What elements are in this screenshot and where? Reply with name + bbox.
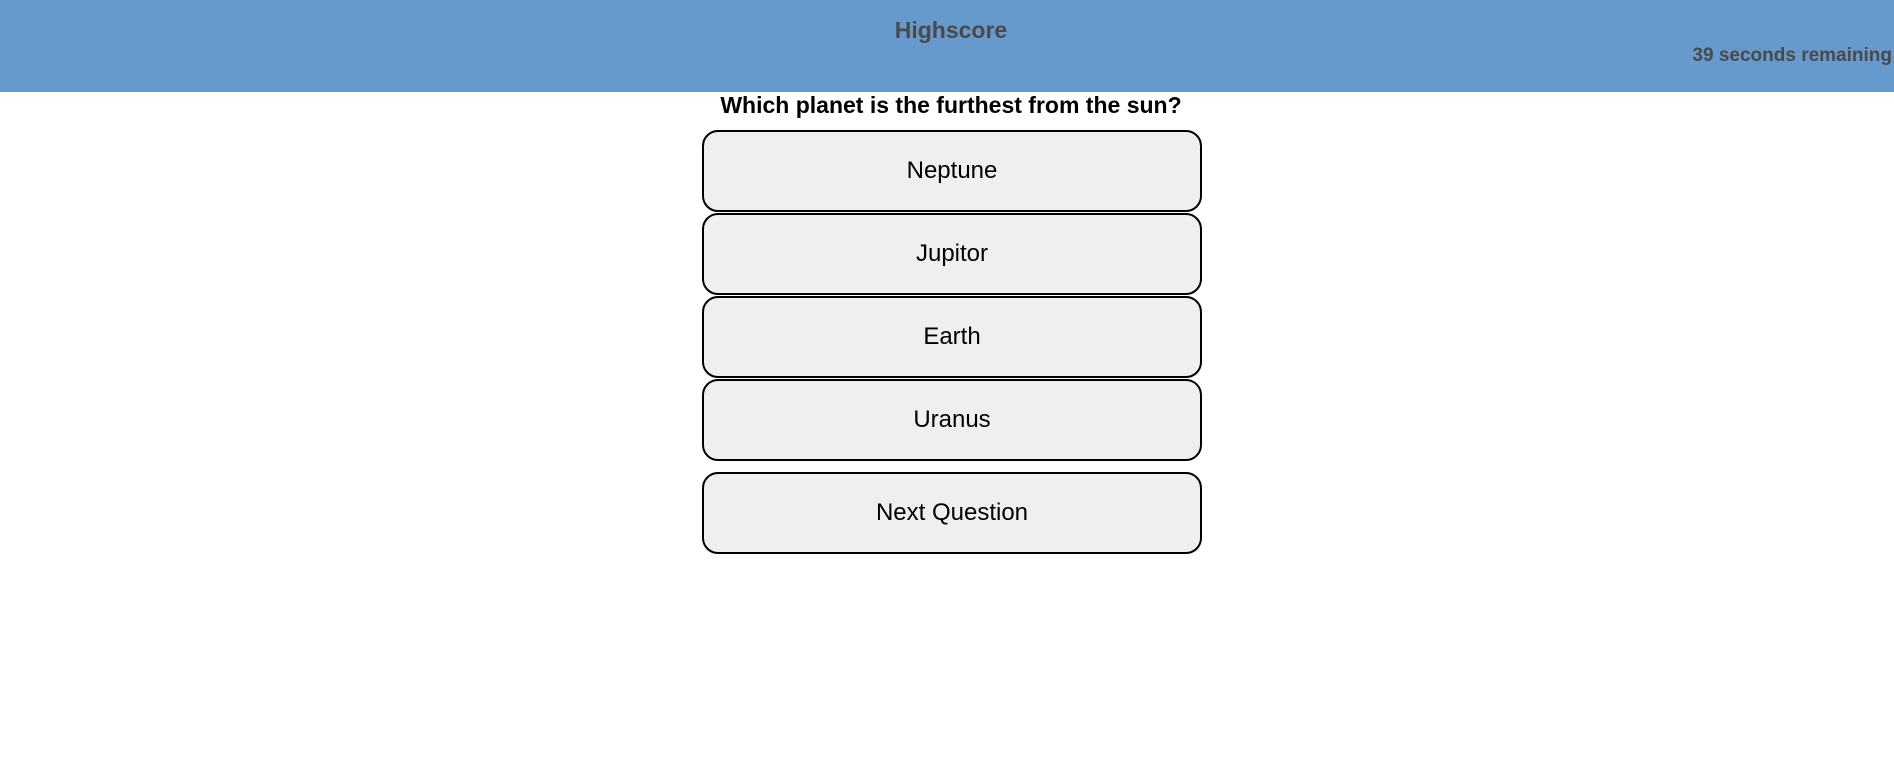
answer-button-neptune[interactable]: Neptune	[702, 130, 1202, 212]
question-text: Which planet is the furthest from the su…	[720, 92, 1182, 118]
answer-button-uranus[interactable]: Uranus	[702, 379, 1202, 461]
timer-text: 39 seconds remaining	[1692, 45, 1892, 66]
header-bar: Highscore 39 seconds remaining	[0, 0, 1894, 92]
answer-list: Neptune Jupitor Earth Uranus	[702, 130, 1202, 462]
next-question-button[interactable]: Next Question	[702, 472, 1202, 554]
highscore-link[interactable]: Highscore	[0, 17, 1894, 44]
answer-button-earth[interactable]: Earth	[702, 296, 1202, 378]
answer-button-jupitor[interactable]: Jupitor	[702, 213, 1202, 295]
